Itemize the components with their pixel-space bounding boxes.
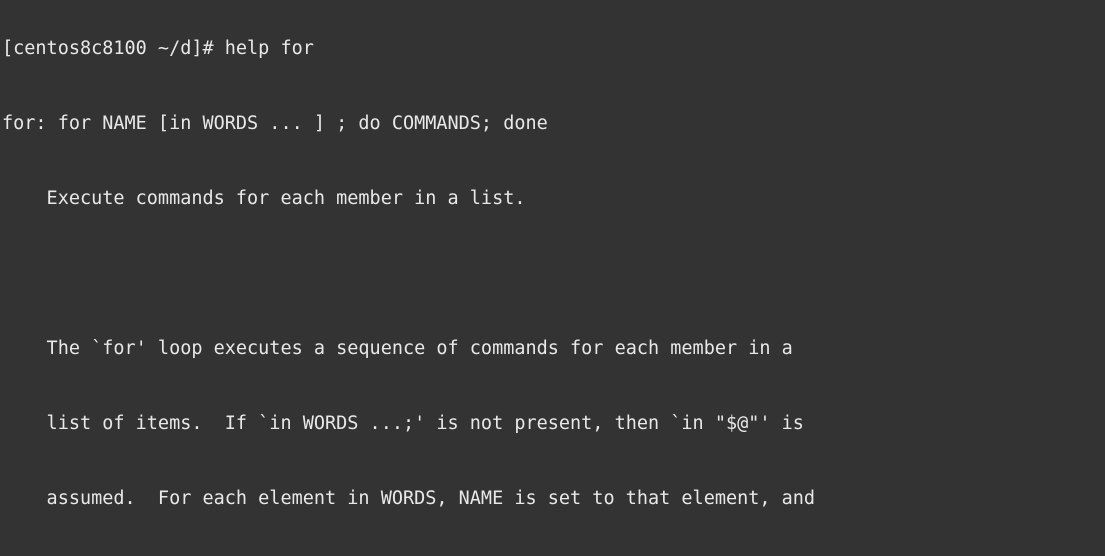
terminal-window[interactable]: [centos8c8100 ~/d]# help for for: for NA… xyxy=(0,0,1105,556)
terminal-line-synopsis-for: for: for NAME [in WORDS ... ] ; do COMMA… xyxy=(2,113,548,134)
terminal-line: Execute commands for each member in a li… xyxy=(2,188,526,209)
terminal-line: The `for' loop executes a sequence of co… xyxy=(2,338,793,359)
terminal-screen[interactable]: [centos8c8100 ~/d]# help for for: for NA… xyxy=(2,0,1105,556)
terminal-line: assumed. For each element in WORDS, NAME… xyxy=(2,488,816,509)
terminal-line-prompt: [centos8c8100 ~/d]# help for xyxy=(2,38,314,59)
terminal-line: list of items. If `in WORDS ...;' is not… xyxy=(2,413,804,434)
